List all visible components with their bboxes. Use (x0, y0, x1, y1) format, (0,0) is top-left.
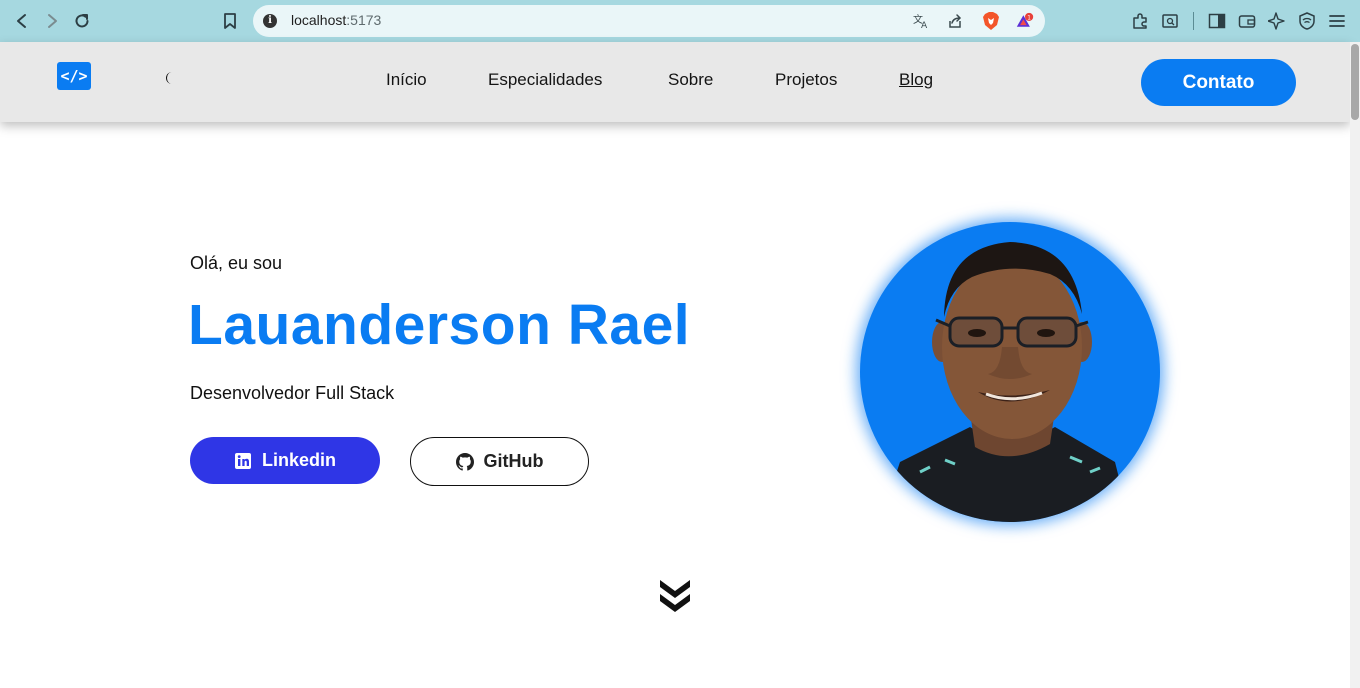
nav-link-projetos[interactable]: Projetos (775, 70, 837, 90)
moon-icon[interactable] (162, 70, 178, 86)
svg-text:A: A (921, 21, 928, 29)
hero-name: Lauanderson Rael (188, 293, 691, 357)
leo-ai-icon[interactable] (1266, 10, 1288, 32)
url-host: localhost (291, 12, 347, 28)
brave-shield-icon[interactable] (982, 12, 1000, 30)
linkedin-icon (234, 452, 252, 470)
logo-code-icon[interactable]: </> (57, 62, 91, 90)
double-chevron-down-icon[interactable] (658, 578, 692, 614)
nav-link-sobre[interactable]: Sobre (668, 70, 713, 90)
nav-link-especialidades[interactable]: Especialidades (488, 70, 602, 90)
site-info-icon[interactable]: i (263, 14, 277, 28)
extensions-icon[interactable] (1129, 10, 1151, 32)
linkedin-button[interactable]: Linkedin (190, 437, 380, 484)
profile-portrait (880, 242, 1130, 522)
toolbar-separator (1193, 12, 1194, 30)
sidebar-icon[interactable] (1206, 10, 1228, 32)
hero-greeting: Olá, eu sou (190, 253, 283, 273)
url-text[interactable]: localhost:5173 (291, 12, 381, 28)
vpn-shield-icon[interactable] (1296, 10, 1318, 32)
contact-button[interactable]: Contato (1141, 59, 1296, 106)
profile-avatar (860, 222, 1160, 522)
page-scrollbar[interactable] (1350, 42, 1360, 688)
hero-role: Desenvolvedor Full Stack (190, 383, 395, 403)
share-icon[interactable] (946, 12, 964, 30)
url-port: :5173 (346, 12, 382, 28)
menu-icon[interactable] (1326, 10, 1348, 32)
brave-rewards-icon[interactable]: 1 (1016, 12, 1034, 30)
wallet-icon[interactable] (1236, 10, 1258, 32)
back-arrow-icon[interactable] (10, 9, 34, 33)
nav-link-inicio[interactable]: Início (386, 70, 427, 90)
reload-icon[interactable] (70, 9, 94, 33)
github-button[interactable]: GitHub (410, 437, 589, 486)
scrollbar-thumb[interactable] (1351, 44, 1359, 120)
address-bar[interactable]: i localhost:5173 文A 1 (253, 5, 1045, 37)
nav-link-blog[interactable]: Blog (899, 70, 933, 90)
translate-icon[interactable]: 文A (912, 12, 930, 30)
forward-arrow-icon[interactable] (40, 9, 64, 33)
github-label: GitHub (483, 451, 544, 471)
reader-mode-icon[interactable] (1159, 10, 1181, 32)
github-icon (455, 452, 474, 471)
rewards-badge: 1 (1027, 15, 1031, 21)
bookmark-icon[interactable] (218, 9, 242, 33)
site-header: </> Início Especialidades Sobre Projetos… (0, 42, 1350, 122)
linkedin-label: Linkedin (261, 450, 336, 470)
browser-toolbar: i localhost:5173 文A 1 (0, 0, 1360, 42)
